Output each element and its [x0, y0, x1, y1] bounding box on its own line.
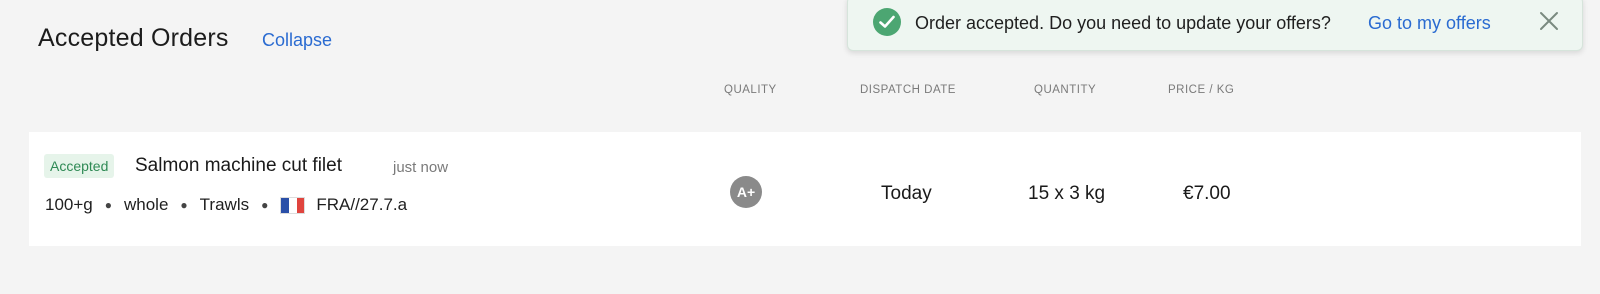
- separator-dot: ●: [261, 198, 269, 212]
- column-header-price: PRICE / KG: [1168, 84, 1235, 96]
- price-value: €7.00: [1183, 183, 1231, 204]
- success-toast: Order accepted. Do you need to update yo…: [847, 0, 1583, 51]
- separator-dot: ●: [104, 198, 112, 212]
- toast-message: Order accepted. Do you need to update yo…: [915, 13, 1331, 33]
- column-header-dispatch-date: DISPATCH DATE: [860, 84, 956, 96]
- column-header-quality: QUALITY: [724, 84, 777, 96]
- go-to-offers-link[interactable]: Go to my offers: [1368, 13, 1491, 34]
- order-row[interactable]: Accepted Salmon machine cut filet just n…: [29, 132, 1581, 246]
- product-name: Salmon machine cut filet: [135, 155, 342, 176]
- france-flag-icon: [280, 196, 306, 214]
- attr-size: 100+g: [45, 195, 93, 214]
- quantity-value: 15 x 3 kg: [1028, 183, 1106, 204]
- page-title: Accepted Orders: [38, 24, 229, 52]
- close-icon[interactable]: [1537, 9, 1561, 33]
- status-badge: Accepted: [44, 154, 115, 178]
- separator-dot: ●: [180, 198, 188, 212]
- attr-origin: FRA//27.7.a: [316, 195, 408, 214]
- dispatch-date: Today: [881, 183, 932, 204]
- column-header-quantity: QUANTITY: [1034, 84, 1097, 96]
- order-timestamp: just now: [393, 159, 449, 176]
- quality-grade: A+: [730, 176, 762, 208]
- check-circle-icon: [873, 8, 901, 36]
- attr-cut: whole: [124, 195, 169, 214]
- product-attributes: 100+g ● whole ● Trawls ● FRA//27.7.a: [45, 195, 407, 215]
- attr-method: Trawls: [199, 195, 250, 214]
- collapse-link[interactable]: Collapse: [262, 30, 332, 51]
